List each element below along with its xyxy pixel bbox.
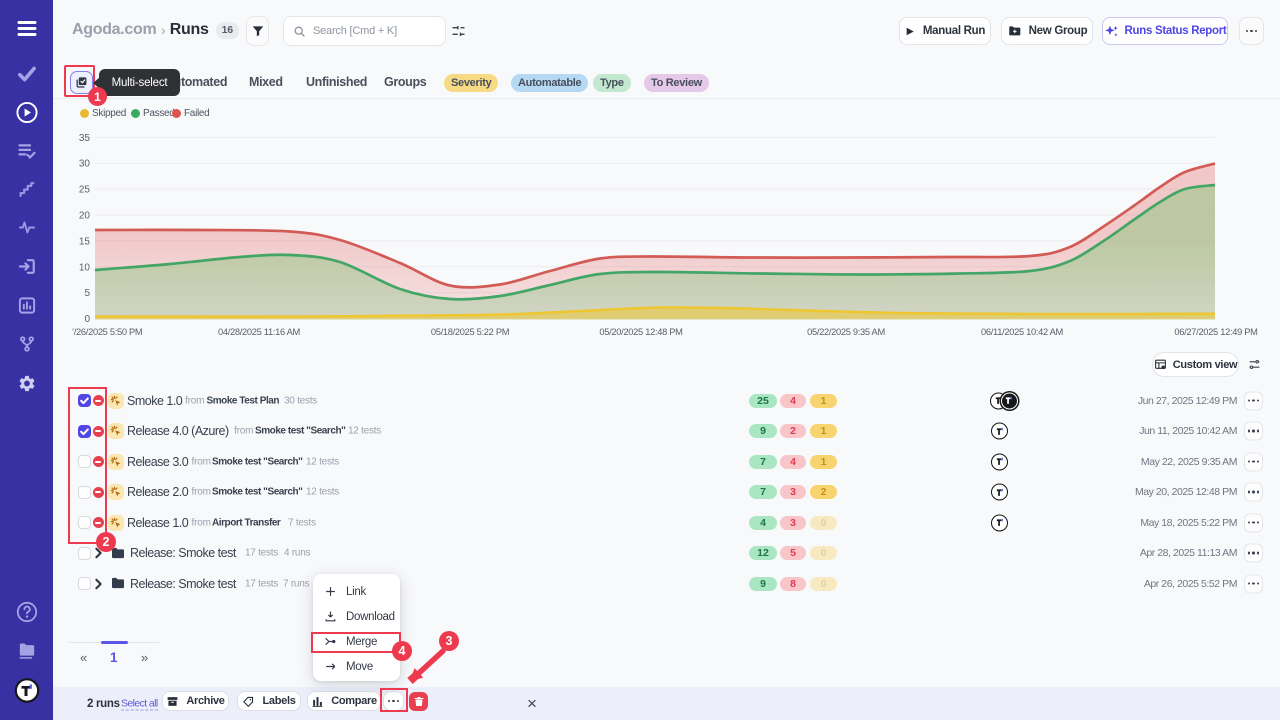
svg-text:05/18/2025 5:22 PM: 05/18/2025 5:22 PM	[431, 327, 509, 337]
svg-text:’/26/2025 5:50 PM: ’/26/2025 5:50 PM	[72, 327, 142, 337]
svg-text:15: 15	[79, 236, 91, 247]
svg-text:25: 25	[79, 185, 91, 196]
svg-text:30: 30	[79, 159, 91, 170]
svg-text:0: 0	[84, 314, 90, 325]
svg-text:06/27/2025 12:49 PM: 06/27/2025 12:49 PM	[1174, 327, 1257, 337]
svg-text:05/20/2025 12:48 PM: 05/20/2025 12:48 PM	[599, 327, 682, 337]
svg-text:10: 10	[79, 262, 91, 273]
svg-text:35: 35	[79, 133, 91, 144]
svg-text:20: 20	[79, 211, 91, 222]
svg-text:05/22/2025 9:35 AM: 05/22/2025 9:35 AM	[807, 327, 885, 337]
svg-text:06/11/2025 10:42 AM: 06/11/2025 10:42 AM	[981, 327, 1063, 337]
svg-text:04/28/2025 11:16 AM: 04/28/2025 11:16 AM	[218, 327, 300, 337]
svg-text:5: 5	[84, 288, 90, 299]
